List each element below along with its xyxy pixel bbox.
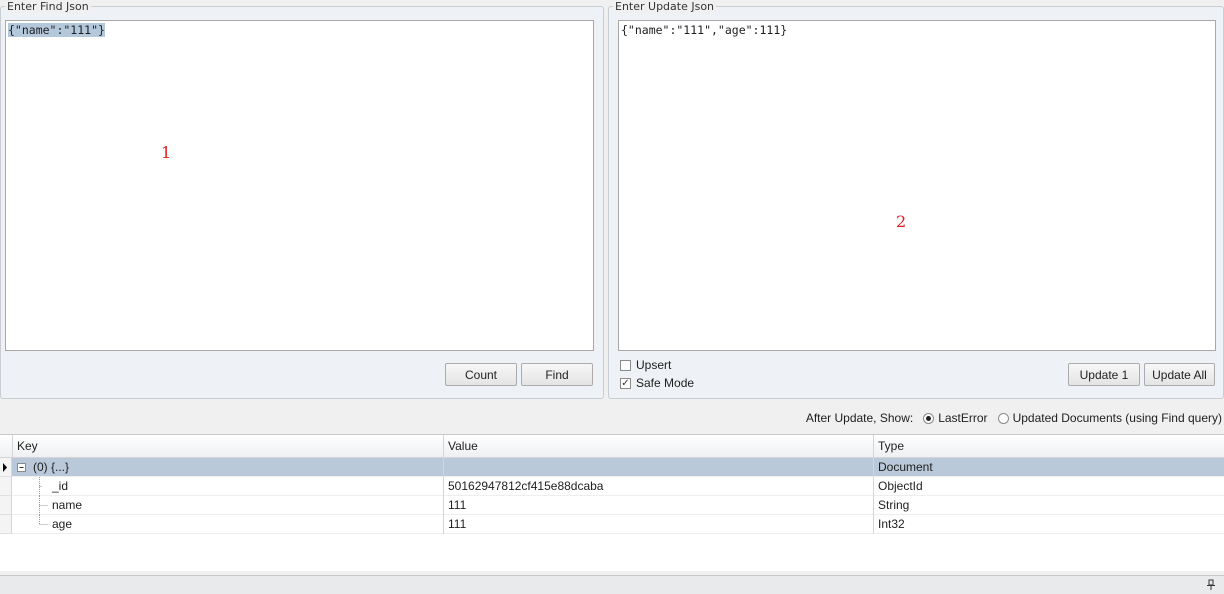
key-text: age (52, 517, 73, 531)
safe-mode-label: Safe Mode (636, 376, 695, 390)
table-row[interactable]: (0) {...} Document (12, 458, 1224, 477)
value-cell: 111 (443, 496, 873, 515)
upsert-checkbox[interactable]: Upsert (620, 358, 671, 372)
checkbox-box[interactable] (620, 359, 631, 371)
update-legend: Enter Update Json (613, 0, 717, 13)
radio-dot[interactable] (923, 412, 935, 424)
safe-mode-checkbox[interactable]: ✓ Safe Mode (620, 376, 694, 390)
radio-updated-documents[interactable]: Updated Documents (using Find query) (997, 411, 1222, 425)
after-update-bar: After Update, Show: LastError Updated Do… (806, 411, 1222, 425)
type-cell: Document (873, 458, 1224, 477)
tree-connector-icon (39, 496, 48, 515)
key-text: _id (52, 479, 69, 493)
row-header[interactable] (0, 477, 12, 496)
find-json-text: {"name":"111"} (8, 23, 105, 37)
count-button[interactable]: Count (445, 363, 517, 386)
key-cell: name (12, 496, 443, 515)
upsert-label: Upsert (636, 358, 672, 372)
column-header-value[interactable]: Value (443, 435, 873, 457)
find-group: Enter Find Json {"name":"111"} 1 Count F… (0, 0, 604, 399)
update-json-text: {"name":"111","age":111} (621, 23, 788, 37)
grid-header: Key Value Type (0, 435, 1224, 458)
status-bar (0, 575, 1224, 594)
update-group: Enter Update Json {"name":"111","age":11… (608, 0, 1224, 399)
radio-dot[interactable] (997, 412, 1009, 424)
results-grid: Key Value Type (0) {...} Document _id 50… (0, 434, 1224, 571)
find-legend: Enter Find Json (5, 0, 91, 13)
type-cell: Int32 (873, 515, 1224, 534)
find-marker: 1 (161, 143, 172, 162)
after-update-label: After Update, Show: (805, 411, 914, 425)
update-one-button[interactable]: Update 1 (1068, 363, 1140, 386)
value-cell: 111 (443, 515, 873, 534)
row-header[interactable] (0, 496, 12, 515)
key-text: (0) {...} (33, 460, 70, 474)
key-cell: _id (12, 477, 443, 496)
collapse-icon[interactable] (16, 458, 28, 477)
tree-connector-icon (39, 515, 48, 525)
row-header[interactable] (0, 515, 12, 534)
update-json-editor[interactable]: {"name":"111","age":111} (618, 20, 1216, 351)
radio-updated-documents-label: Updated Documents (using Find query) (1012, 411, 1222, 425)
value-cell (443, 458, 873, 477)
radio-last-error[interactable]: LastError (923, 411, 988, 425)
find-json-editor[interactable]: {"name":"111"} (5, 20, 594, 351)
key-cell: (0) {...} (12, 458, 443, 477)
row-header[interactable] (0, 458, 12, 477)
type-cell: ObjectId (873, 477, 1224, 496)
key-text: name (52, 498, 83, 512)
checkbox-box[interactable]: ✓ (620, 377, 631, 389)
tree-connector-icon (39, 477, 42, 496)
update-marker: 2 (896, 212, 907, 231)
update-all-button[interactable]: Update All (1144, 363, 1215, 386)
value-cell: 50162947812cf415e88dcaba (443, 477, 873, 496)
column-header-key[interactable]: Key (12, 435, 443, 457)
find-button[interactable]: Find (521, 363, 593, 386)
table-row[interactable]: age 111 Int32 (12, 515, 1224, 534)
table-row[interactable]: name 111 String (12, 496, 1224, 515)
radio-last-error-label: LastError (938, 411, 988, 425)
table-row[interactable]: _id 50162947812cf415e88dcaba ObjectId (12, 477, 1224, 496)
column-header-type[interactable]: Type (873, 435, 1224, 457)
current-row-arrow-icon (3, 463, 7, 472)
key-cell: age (12, 515, 443, 534)
type-cell: String (873, 496, 1224, 515)
pin-icon[interactable] (1206, 579, 1216, 591)
